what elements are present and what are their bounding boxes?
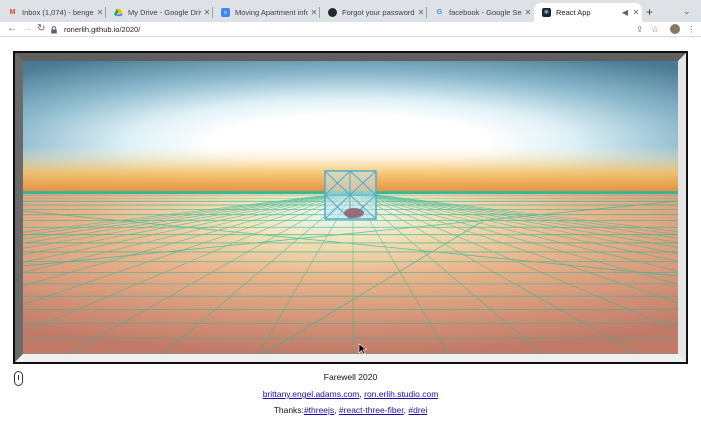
page-title: Farewell 2020: [323, 372, 378, 382]
author-link-ron[interactable]: ron.erlih.studio.com: [364, 389, 438, 399]
tab-title: React App: [556, 8, 591, 17]
tab-title: Inbox (1,074) - bengeladam: [22, 8, 94, 17]
scene-graphic: [23, 61, 678, 354]
tab-title: facebook - Google Search: [449, 8, 522, 17]
forward-icon[interactable]: →: [22, 23, 32, 35]
reload-icon[interactable]: ↻: [37, 23, 45, 35]
tab-google-search[interactable]: G facebook - Google Search ✕: [427, 3, 534, 22]
bookmark-star-icon[interactable]: ☆: [651, 24, 659, 35]
react-icon: ⚛: [542, 8, 551, 17]
gmail-icon: M: [9, 9, 16, 16]
thanks-link-drei[interactable]: #drei: [408, 405, 427, 415]
address-bar[interactable]: ronerlih.github.io/2020/: [50, 23, 660, 36]
tab-github[interactable]: Forgot your password? · Gi ✕: [320, 3, 427, 22]
avatar[interactable]: [670, 24, 680, 34]
thanks-link-react-three-fiber[interactable]: #react-three-fiber: [339, 405, 404, 415]
close-icon[interactable]: ✕: [630, 8, 642, 17]
three-scene-canvas[interactable]: [23, 61, 678, 354]
tab-title: Forgot your password? · Gi: [342, 8, 415, 17]
share-icon[interactable]: ⇪: [636, 24, 643, 35]
tab-google-docs[interactable]: ≡ Moving Apartment info - Go ✕: [213, 3, 320, 22]
tab-strip: M Inbox (1,074) - bengeladam ✕ My Drive …: [0, 0, 701, 22]
authors-line: brittany.engel.adams.com, ron.erlih.stud…: [0, 389, 701, 399]
tab-title: Moving Apartment info - Go: [235, 8, 308, 17]
thanks-line: Thanks:#threejs, #react-three-fiber, #dr…: [0, 405, 701, 415]
thanks-label: Thanks:: [273, 405, 304, 415]
tab-search-icon[interactable]: ⌄: [683, 6, 691, 17]
tab-google-drive[interactable]: My Drive - Google Drive ✕: [106, 3, 213, 22]
lock-icon: [51, 25, 57, 33]
wireframe-box: [324, 170, 377, 220]
google-docs-icon: ≡: [221, 8, 230, 17]
github-icon: [328, 8, 337, 17]
tab-gmail[interactable]: M Inbox (1,074) - bengeladam ✕: [0, 3, 106, 22]
url-text: ronerlih.github.io/2020/: [64, 25, 141, 34]
thanks-link-threejs[interactable]: #threejs: [304, 405, 334, 415]
tab-title: My Drive - Google Drive: [128, 8, 201, 17]
menu-icon[interactable]: ⋮: [687, 24, 696, 35]
google-drive-icon: [114, 8, 123, 17]
author-link-brittany[interactable]: brittany.engel.adams.com: [263, 389, 360, 399]
browser-toolbar: ← → ↻ ronerlih.github.io/2020/ ⇪ ☆ ⋮: [0, 22, 701, 37]
close-icon[interactable]: ✕: [522, 8, 534, 17]
new-tab-button[interactable]: +: [646, 5, 653, 19]
tab-react-app[interactable]: ⚛ React App ◀ ✕: [534, 3, 642, 22]
canvas-frame: [13, 51, 688, 364]
google-icon: G: [436, 9, 443, 16]
back-icon[interactable]: ←: [7, 23, 17, 35]
speaker-icon[interactable]: ◀: [620, 8, 630, 17]
